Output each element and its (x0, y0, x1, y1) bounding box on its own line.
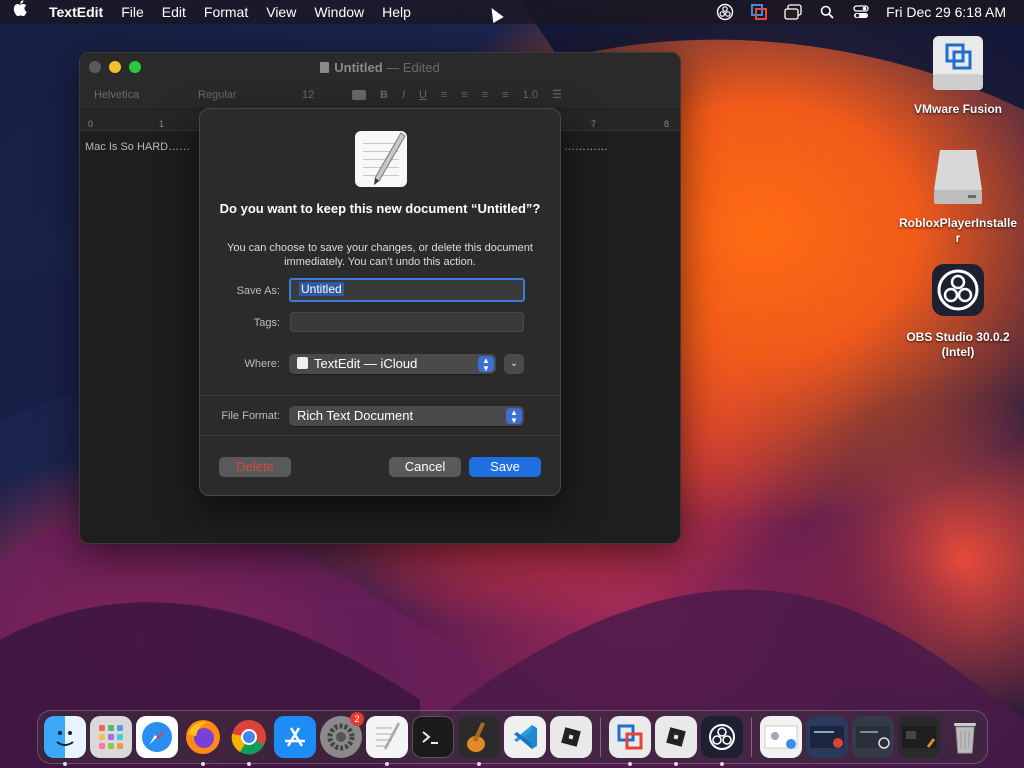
dock-trash-icon[interactable] (944, 716, 986, 758)
expand-dialog-chevron-icon[interactable]: ⌄ (504, 354, 524, 374)
tags-field[interactable] (290, 312, 524, 332)
save-as-label: Save As: (236, 285, 280, 297)
dock-textedit-icon[interactable] (366, 716, 408, 766)
save-dialog-sheet: Do you want to keep this new document “U… (199, 108, 561, 496)
where-label: Where: (244, 358, 280, 370)
screen-mirroring-icon[interactable] (776, 0, 810, 24)
file-format-popup[interactable]: Rich Text Document ▲ ▼ (289, 406, 524, 426)
save-as-value: Untitled (299, 282, 344, 296)
font-size-popup[interactable]: 12 (302, 89, 338, 101)
dock-chrome-icon[interactable] (228, 716, 270, 766)
italic-icon[interactable]: I (402, 89, 405, 101)
menu-window[interactable]: Window (305, 0, 373, 24)
line-spacing-popup[interactable]: 1.0 (523, 89, 538, 101)
dock-launchpad-icon[interactable] (90, 716, 132, 758)
dock-vscode-icon[interactable] (504, 716, 546, 758)
dock-screenshot-thumbnail-icon[interactable] (806, 716, 848, 758)
save-button[interactable]: Save (469, 457, 541, 477)
menu-view[interactable]: View (257, 0, 305, 24)
menu-file[interactable]: File (112, 0, 153, 24)
vmware-fusion-icon (930, 34, 986, 94)
tags-label: Tags: (253, 317, 280, 329)
divider (200, 395, 560, 396)
font-style-popup[interactable]: Regular (198, 89, 288, 101)
align-center-icon[interactable]: ≡ (461, 89, 467, 101)
vmware-icon[interactable] (742, 0, 776, 24)
where-popup[interactable]: TextEdit — iCloud ▲ ▼ (289, 354, 496, 374)
window-title: Untitled — Edited (80, 60, 680, 75)
menu-format[interactable]: Format (195, 0, 257, 24)
ruler-mark-7: 7 (591, 119, 597, 129)
obs-studio-icon (930, 262, 986, 322)
divider (200, 435, 560, 436)
desktop-icon-label: VMware Fusion (913, 102, 1002, 116)
align-justify-icon[interactable]: ≡ (502, 89, 508, 101)
text-color-swatch[interactable] (352, 89, 366, 100)
textedit-document-icon (355, 131, 407, 187)
align-left-icon[interactable]: ≡ (441, 89, 447, 101)
delete-button[interactable]: Delete (219, 457, 291, 477)
list-bullets-icon[interactable]: ☰ (552, 88, 562, 101)
desktop-icon-roblox-installer[interactable]: RobloxPlayerInstaller (898, 148, 1018, 246)
document-icon (320, 62, 330, 73)
bold-icon[interactable]: B (380, 89, 388, 101)
textedit-small-icon (297, 357, 308, 369)
dock-app-store-icon[interactable] (274, 716, 316, 758)
obs-icon[interactable] (708, 0, 742, 24)
dock-obs-icon[interactable] (701, 716, 743, 766)
menu-bar: TextEdit File Edit Format View Window He… (0, 0, 1024, 24)
ruler-mark-8: 8 (664, 119, 670, 129)
align-right-icon[interactable]: ≡ (482, 89, 488, 101)
where-value: TextEdit — iCloud (314, 356, 418, 371)
dock-recent-thumbnail-icon[interactable] (760, 716, 802, 758)
dock-separator (751, 717, 752, 757)
menu-app-name[interactable]: TextEdit (40, 0, 112, 24)
document-text-continued: ………… (564, 141, 608, 153)
file-format-label: File Format: (221, 410, 280, 422)
save-as-field[interactable]: Untitled (289, 278, 525, 302)
dock-finder-icon[interactable] (44, 716, 86, 766)
dock-vmware-fusion-icon[interactable] (609, 716, 651, 766)
popup-stepper-icon: ▲ ▼ (478, 356, 494, 373)
format-toolbar: Helvetica Regular 12 B I U ≡ ≡ ≡ ≡ 1.0 ☰ (80, 81, 680, 109)
ruler-mark-1: 1 (159, 119, 165, 129)
dock-roblox-icon[interactable] (550, 716, 592, 758)
document-text: Mac Is So HARD…… (85, 141, 191, 153)
dock-system-settings-icon[interactable]: 2 (320, 712, 364, 758)
desktop-icon-obs-studio[interactable]: OBS Studio 30.0.2 (Intel) (898, 262, 1018, 360)
dock-window-thumbnail-icon[interactable] (852, 716, 894, 758)
control-center-icon[interactable] (844, 0, 878, 24)
window-titlebar[interactable]: Untitled — Edited (80, 53, 680, 81)
dialog-message: You can choose to save your changes, or … (227, 242, 533, 268)
desktop-icon-label: OBS Studio 30.0.2 (Intel) (906, 330, 1010, 359)
window-title-edited: — Edited (386, 60, 440, 75)
dock-garageband-icon[interactable] (458, 716, 500, 766)
search-icon[interactable] (810, 0, 844, 24)
dock-safari-icon[interactable] (136, 716, 178, 758)
dock-window-thumbnail-icon-2[interactable] (898, 716, 940, 758)
cancel-button[interactable]: Cancel (389, 457, 461, 477)
settings-badge: 2 (350, 712, 364, 726)
apple-menu-icon[interactable] (0, 0, 40, 24)
dock-terminal-icon[interactable] (412, 716, 454, 758)
file-format-value: Rich Text Document (297, 408, 414, 423)
ruler-mark-0: 0 (88, 119, 94, 129)
font-family-popup[interactable]: Helvetica (94, 89, 184, 101)
menu-edit[interactable]: Edit (153, 0, 195, 24)
menu-help[interactable]: Help (373, 0, 420, 24)
dock-separator (600, 717, 601, 757)
dialog-title: Do you want to keep this new document “U… (219, 201, 541, 216)
desktop-icon-label: RobloxPlayerInstaller (898, 216, 1018, 245)
underline-icon[interactable]: U (419, 89, 427, 101)
dock-firefox-icon[interactable] (182, 716, 224, 766)
menu-clock[interactable]: Fri Dec 29 6:18 AM (878, 4, 1024, 20)
desktop-icon-vmware-fusion[interactable]: VMware Fusion (898, 34, 1018, 117)
disk-image-icon (930, 148, 986, 208)
popup-stepper-icon: ▲ ▼ (506, 408, 522, 425)
window-title-text: Untitled (334, 60, 383, 75)
dock: 2 (37, 710, 988, 766)
dock-roblox-icon-2[interactable] (655, 716, 697, 766)
